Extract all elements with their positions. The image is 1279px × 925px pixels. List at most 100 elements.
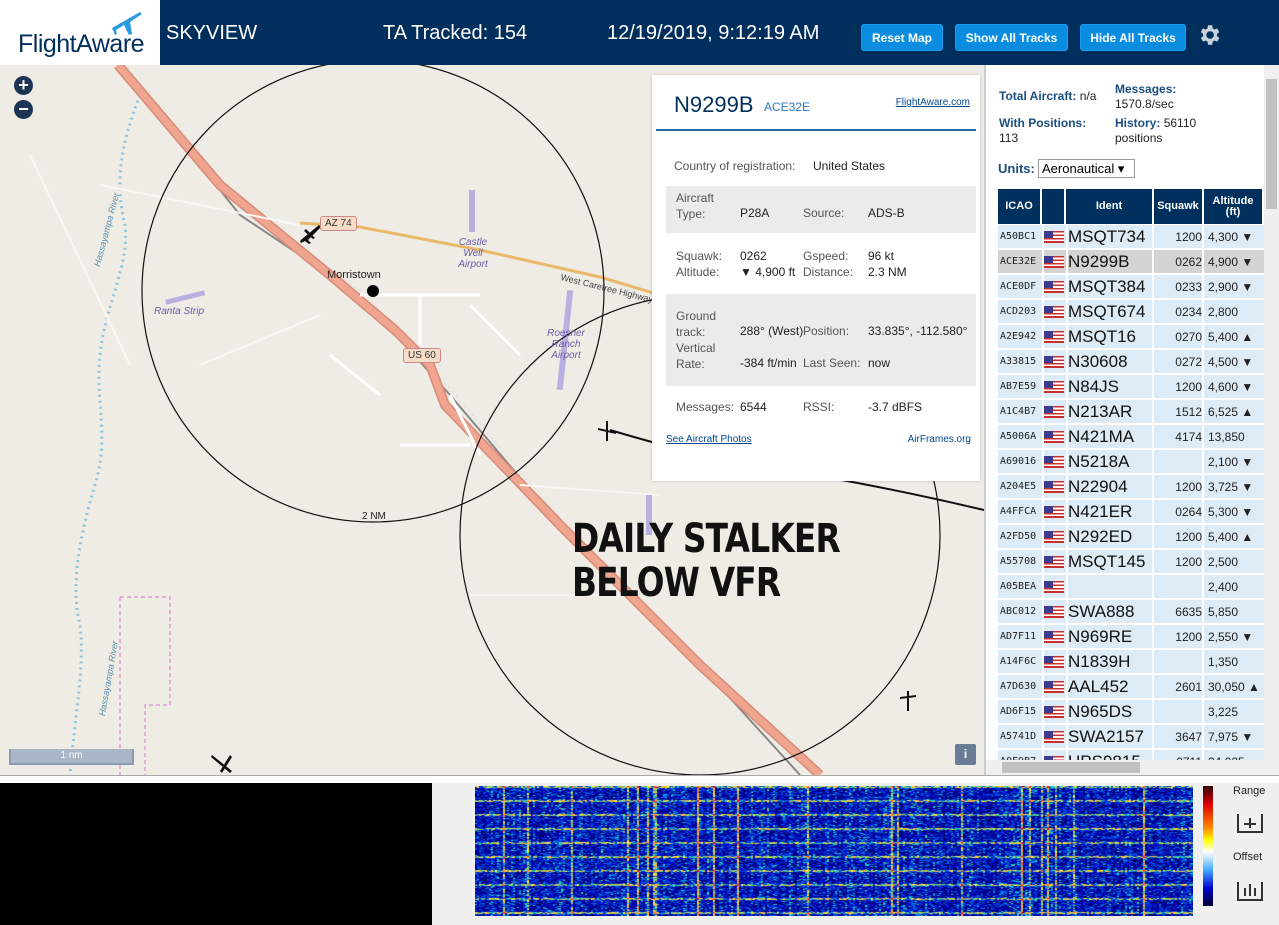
history-label: History: (1115, 116, 1161, 130)
cell-separator (1042, 500, 1044, 524)
table-row[interactable]: ACE32E N9299B 0262 4,900 ▼ (998, 250, 1266, 274)
table-row[interactable]: A2FD50 N292ED 1200 5,400 ▲ (998, 525, 1266, 549)
airframes-link[interactable]: AirFrames.org (908, 434, 971, 445)
range-slider-icon[interactable] (1236, 812, 1264, 834)
last-seen-label: Last Seen: (803, 356, 861, 370)
cell-separator (1066, 475, 1068, 499)
cell-separator (1042, 625, 1044, 649)
zoom-out-button[interactable]: − (14, 100, 33, 119)
row-altitude: 5,400 ▲ (1208, 530, 1254, 544)
info-button[interactable]: i (955, 744, 976, 765)
table-row[interactable]: A50BC1 MSQT734 1200 4,300 ▼ (998, 225, 1266, 249)
cell-separator (1202, 525, 1204, 549)
row-squawk: 4174 (1175, 430, 1202, 444)
table-row[interactable]: A5741D SWA2157 3647 7,975 ▼ (998, 725, 1266, 749)
cell-separator (1066, 625, 1068, 649)
source-label: Source: (803, 206, 845, 220)
cell-separator (1202, 350, 1204, 374)
table-row[interactable]: A14F6C N1839H 1,350 (998, 650, 1266, 674)
cell-separator (1066, 650, 1068, 674)
row-ident: N30608 (1068, 352, 1128, 371)
scroll-thumb[interactable] (1266, 79, 1277, 209)
table-row[interactable]: AD6F15 N965DS 3,225 (998, 700, 1266, 724)
vertical-rate-label: Vertical Rate: (676, 341, 716, 371)
aircraft-icon[interactable] (210, 751, 234, 775)
col-altitude[interactable]: Altitude (ft) (1204, 189, 1264, 224)
col-ident[interactable]: Ident (1066, 189, 1154, 224)
total-aircraft-stat: Total Aircraft: n/a (999, 89, 1096, 104)
table-row[interactable]: A204E5 N22904 1200 3,725 ▼ (998, 475, 1266, 499)
col-icao[interactable]: ICAO (998, 189, 1042, 224)
row-squawk: 1200 (1175, 530, 1202, 544)
row-altitude: 4,600 ▼ (1208, 380, 1254, 394)
row-squawk: 1200 (1175, 630, 1202, 644)
distance-value: 2.3 NM (868, 265, 907, 279)
col-flag[interactable] (1042, 189, 1066, 224)
cell-separator (1066, 500, 1068, 524)
row-altitude: 5,850 (1208, 605, 1239, 619)
with-positions-value: 113 (999, 131, 1019, 145)
table-row[interactable]: ACE0DF MSQT384 0233 2,900 ▼ (998, 275, 1266, 299)
gspeed-value: 96 kt (868, 249, 895, 263)
horizontal-scrollbar[interactable] (986, 760, 1279, 775)
table-row[interactable]: AB7E59 N84JS 1200 4,600 ▼ (998, 375, 1266, 399)
table-row[interactable]: A05BEA 2,400 (998, 575, 1266, 599)
table-row[interactable]: A55708 MSQT145 1200 2,500 (998, 550, 1266, 574)
zoom-in-button[interactable]: + (14, 76, 33, 95)
us-flag-icon (1044, 256, 1064, 268)
aircraft-photos-link[interactable]: See Aircraft Photos (666, 434, 752, 445)
col-squawk[interactable]: Squawk (1154, 189, 1204, 224)
row-altitude: 3,225 (1208, 705, 1239, 719)
cell-separator (1066, 250, 1068, 274)
row-squawk: 0233 (1175, 280, 1202, 294)
table-row[interactable]: A5006A N421MA 4174 13,850 (998, 425, 1266, 449)
table-row[interactable]: AD7F11 N969RE 1200 2,550 ▼ (998, 625, 1266, 649)
us-flag-icon (1044, 331, 1064, 343)
table-row[interactable]: A7D630 AAL452 2601 30,050 ▲ (998, 675, 1266, 699)
table-row[interactable]: A4FFCA N421ER 0264 5,300 ▼ (998, 500, 1266, 524)
top-header: FlightAware SKYVIEW TA Tracked: 154 12/1… (0, 0, 1279, 65)
show-all-tracks-button[interactable]: Show All Tracks (955, 24, 1068, 51)
hide-all-tracks-button[interactable]: Hide All Tracks (1080, 24, 1186, 51)
units-select[interactable]: Aeronautical ▾ (1038, 159, 1135, 178)
row-ident: SWA888 (1068, 602, 1135, 621)
town-label: Morristown (327, 269, 381, 281)
scroll-thumb[interactable] (1002, 762, 1140, 773)
row-ident: MSQT384 (1068, 277, 1146, 296)
us-flag-icon (1044, 356, 1064, 368)
cell-separator (1042, 350, 1044, 374)
table-row[interactable]: A1C4B7 N213AR 1512 6,525 ▲ (998, 400, 1266, 424)
cell-separator (1042, 475, 1044, 499)
tracked-count: TA Tracked: 154 (383, 22, 528, 44)
flightaware-link[interactable]: FlightAware.com (896, 97, 970, 108)
selected-aircraft-icon[interactable] (594, 419, 618, 443)
row-icao: A1C4B7 (1000, 406, 1037, 417)
row-icao: A5741D (1000, 731, 1037, 742)
cell-separator (1066, 675, 1068, 699)
offset-slider-icon[interactable] (1236, 880, 1264, 902)
squawk-value: 0262 (740, 249, 767, 263)
app-name: SKYVIEW (166, 22, 258, 44)
cell-separator (1202, 400, 1204, 424)
cell-separator (1042, 675, 1044, 699)
table-row[interactable]: A2E942 MSQT16 0270 5,400 ▲ (998, 325, 1266, 349)
cell-separator (1152, 700, 1154, 724)
flightaware-logo[interactable]: FlightAware (0, 0, 160, 65)
table-row[interactable]: A33815 N30608 0272 4,500 ▼ (998, 350, 1266, 374)
row-altitude: 4,900 ▼ (1208, 255, 1254, 269)
row-ident: N969RE (1068, 627, 1133, 646)
row-squawk: 0264 (1175, 505, 1202, 519)
row-ident: N292ED (1068, 527, 1133, 546)
table-row[interactable]: A69016 N5218A 2,100 ▼ (998, 450, 1266, 474)
table-row[interactable]: ACD203 MSQT674 0234 2,800 (998, 300, 1266, 324)
us-flag-icon (1044, 431, 1064, 443)
gear-icon[interactable] (1196, 22, 1222, 48)
cell-separator (1152, 250, 1154, 274)
aircraft-type-value: P28A (740, 206, 770, 220)
table-row[interactable]: ABC012 SWA888 6635 5,850 (998, 600, 1266, 624)
offset-label: Offset (1233, 851, 1263, 863)
aircraft-icon[interactable] (896, 689, 920, 713)
reset-map-button[interactable]: Reset Map (861, 24, 943, 51)
spectrum-waterfall[interactable] (475, 786, 1193, 916)
vertical-scrollbar[interactable] (1264, 65, 1279, 760)
